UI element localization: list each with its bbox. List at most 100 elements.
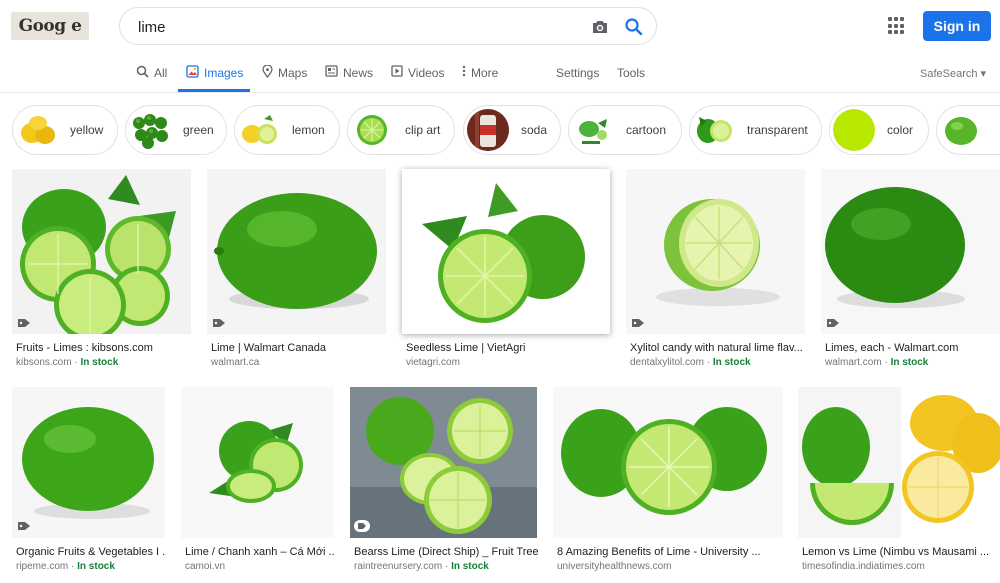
tab-label: News [343,66,374,80]
source-domain: raintreenursery.com [354,561,443,572]
result-card[interactable]: Lemon vs Lime (Nimbu vs Mausami ... time… [798,387,1000,583]
result-card[interactable]: Lime / Chanh xanh – Cá Mới ... camoi.vn [181,387,335,583]
source-domain: vietagri.com [406,357,460,368]
chip-soda[interactable]: soda [463,105,561,155]
result-source: walmart.ca [211,357,259,368]
result-card-selected[interactable]: Seedless Lime | VietAgri vietagri.com [402,169,610,371]
settings-link[interactable]: Settings [556,66,599,80]
header-divider [0,92,1000,93]
result-title[interactable]: 8 Amazing Benefits of Lime - University … [557,546,783,558]
stock-status: In stock [80,357,119,368]
tab-news[interactable]: News [325,65,374,92]
search-icon [136,65,149,78]
tab-label: More [471,66,499,80]
source-domain: kibsons.com [16,357,72,368]
safesearch-toggle[interactable]: SafeSearch ▾ [920,67,986,80]
shopping-tag-icon [827,319,839,327]
result-title[interactable]: Xylitol candy with natural lime flav... [630,342,806,354]
sign-in-button[interactable]: Sign in [923,11,991,41]
search-box[interactable] [119,7,657,45]
result-image[interactable] [402,169,610,334]
shopping-tag-icon [632,319,644,327]
result-title[interactable]: Limes, each - Walmart.com [825,342,997,354]
tab-all[interactable]: All [136,65,167,92]
map-pin-icon [262,65,273,78]
result-image[interactable] [207,169,386,334]
chip-label: cartoon [626,123,667,137]
apps-grid-icon[interactable] [888,17,906,35]
result-card[interactable]: Bearss Lime (Direct Ship) _ Fruit Trees … [350,387,538,583]
source-domain: dentalxylitol.com [630,357,704,368]
tab-videos[interactable]: Videos [391,65,445,92]
chip-thumbnail [129,109,171,151]
search-icon[interactable] [623,16,645,38]
chip-thumbnail [940,109,982,151]
source-domain: timesofindia.indiatimes.com [802,561,925,572]
news-icon [325,65,338,77]
search-input[interactable] [138,17,568,37]
result-image[interactable] [626,169,805,334]
result-title[interactable]: Lime / Chanh xanh – Cá Mới ... [185,546,335,558]
shopping-tag-icon [354,520,370,532]
tools-link[interactable]: Tools [617,66,645,80]
result-title[interactable]: Seedless Lime | VietAgri [406,342,606,354]
more-vert-icon [462,65,466,77]
result-title[interactable]: Bearss Lime (Direct Ship) _ Fruit Trees [354,546,538,558]
source-domain: ripeme.com [16,561,69,572]
result-card[interactable]: Limes, each - Walmart.com walmart.com · … [821,169,1000,371]
chip-thumbnail [351,109,393,151]
chip-thumbnail [572,109,614,151]
chip-thumbnail [833,109,875,151]
result-image[interactable] [821,169,1000,334]
result-image[interactable] [798,387,1000,538]
chip-transparent[interactable]: transparent [689,105,822,155]
source-domain: camoi.vn [185,561,226,572]
result-image[interactable] [12,169,191,334]
result-title[interactable]: Organic Fruits & Vegetables I ... [16,546,166,558]
chip-label: lemon [292,123,325,137]
chip-thumbnail [467,109,509,151]
tab-more[interactable]: More [462,65,499,92]
result-title[interactable]: Lemon vs Lime (Nimbu vs Mausami ... [802,546,1000,558]
result-source: universityhealthnews.com [557,561,672,572]
chip-yellow[interactable]: yellow [12,105,118,155]
chip-label: clip art [405,123,441,137]
result-title[interactable]: Lime | Walmart Canada [211,342,387,354]
chip-label: yellow [70,123,104,137]
chip-label: color [887,123,914,137]
chip-green[interactable]: green [125,105,227,155]
logo-text: Goog e [18,16,82,36]
result-image[interactable] [553,387,783,538]
chip-color[interactable]: color [829,105,929,155]
tab-label: Videos [408,66,445,80]
result-source: camoi.vn [185,561,225,572]
result-card[interactable]: Organic Fruits & Vegetables I ... ripeme… [12,387,166,583]
result-source: walmart.com · In stock [825,357,929,368]
result-image[interactable] [350,387,537,538]
chip-thumbnail [693,109,735,151]
tab-images[interactable]: Images [178,65,250,92]
result-source: vietagri.com [406,357,460,368]
image-icon [186,65,199,78]
result-source: dentalxylitol.com · In stock [630,357,751,368]
result-source: kibsons.com · In stock [16,357,119,368]
tab-maps[interactable]: Maps [262,65,307,92]
result-image[interactable] [181,387,334,538]
chip-lemon[interactable]: lemon [234,105,340,155]
result-card[interactable]: Fruits - Limes : kibsons.com kibsons.com… [12,169,192,371]
source-domain: walmart.ca [211,357,260,368]
result-source: timesofindia.indiatimes.com [802,561,925,572]
result-card[interactable]: 8 Amazing Benefits of Lime - University … [553,387,784,583]
chip-more[interactable] [936,105,1000,155]
source-domain: walmart.com [825,357,882,368]
result-image[interactable] [12,387,165,538]
chip-clip-art[interactable]: clip art [347,105,455,155]
shopping-tag-icon [18,319,30,327]
google-logo[interactable]: Goog e [11,12,89,40]
chip-cartoon[interactable]: cartoon [568,105,682,155]
camera-icon[interactable] [590,17,610,37]
stock-status: In stock [712,357,751,368]
result-card[interactable]: Xylitol candy with natural lime flav... … [626,169,806,371]
result-card[interactable]: Lime | Walmart Canada walmart.ca [207,169,387,371]
result-title[interactable]: Fruits - Limes : kibsons.com [16,342,192,354]
